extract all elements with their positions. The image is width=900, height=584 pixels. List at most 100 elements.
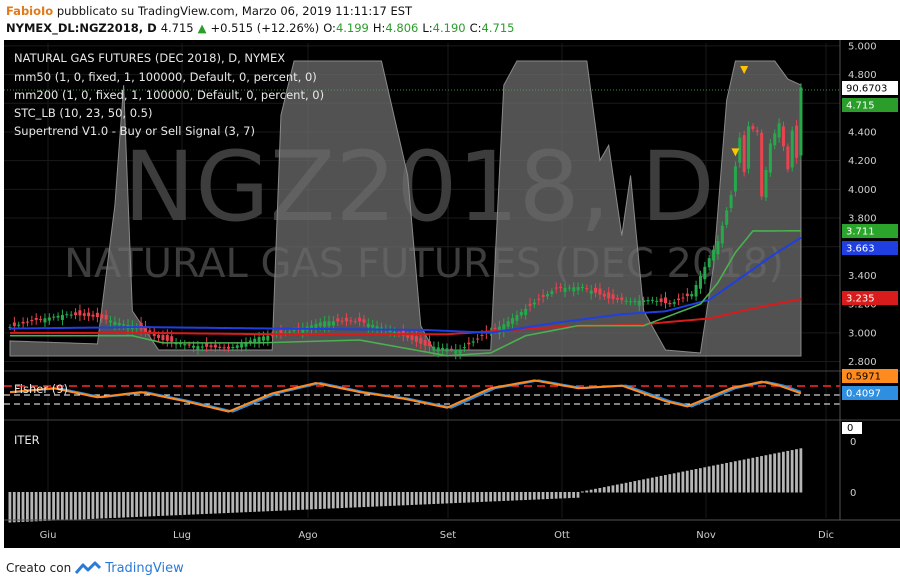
candle-body	[760, 132, 764, 197]
iter-bar	[602, 487, 606, 493]
legend-instrument[interactable]: NATURAL GAS FUTURES (DEC 2018), D, NYMEX	[14, 51, 285, 65]
candle-body	[668, 302, 672, 305]
candle-body	[646, 300, 650, 302]
high-label: H:	[372, 21, 386, 35]
candle-body	[436, 347, 440, 352]
candle-body	[471, 341, 475, 343]
iter-bar	[344, 492, 348, 508]
iter-bar	[109, 492, 112, 519]
candle-body	[550, 291, 554, 295]
candle-body	[161, 335, 165, 340]
fisher-legend[interactable]: Fisher (9)	[14, 382, 68, 396]
iter-bar	[541, 492, 545, 500]
iter-bar	[349, 492, 353, 508]
candle-body	[493, 327, 497, 329]
iter-bar	[733, 461, 737, 493]
author-name[interactable]: FabioIo	[6, 4, 53, 18]
chart-header: FabioIo pubblicato su TradingView.com, M…	[0, 0, 900, 44]
iter-bar	[445, 492, 449, 504]
price-tick-label: 2.800	[848, 357, 877, 368]
iter-bar	[279, 492, 283, 511]
iter-bar	[690, 469, 694, 493]
candle-body	[576, 287, 580, 291]
open-value: 4.199	[335, 21, 369, 35]
candle-body	[747, 126, 751, 169]
iter-bar	[244, 492, 248, 513]
iter-bar	[375, 492, 379, 507]
candle-body	[655, 300, 659, 302]
iter-bar	[358, 492, 361, 508]
iter-bar	[755, 456, 759, 493]
open-label: O:	[323, 21, 336, 35]
candle-body	[725, 210, 729, 225]
price-tick-label: 4.800	[848, 70, 877, 81]
iter-bar	[476, 492, 479, 503]
candle-body	[615, 297, 619, 300]
iter-bar	[589, 489, 593, 493]
iter-bar	[397, 492, 401, 506]
candle-body	[117, 323, 121, 326]
iter-bar	[650, 477, 654, 493]
time-tick-label: Ago	[298, 530, 317, 541]
iter-bar	[471, 492, 475, 503]
legend-supertrend[interactable]: Supertrend V1.0 - Buy or Sell Signal (3,…	[14, 124, 255, 138]
candle-body	[637, 300, 641, 306]
candle-body	[511, 318, 515, 324]
candle-body	[314, 323, 318, 329]
price-tag-label: 3.663	[846, 244, 875, 255]
candle-body	[323, 321, 327, 327]
chart-canvas[interactable]: NGZ2018, D NATURAL GAS FUTURES (DEC 2018…	[4, 40, 900, 548]
candle-body	[768, 143, 772, 173]
candle-body	[799, 87, 803, 156]
candle-body	[113, 321, 117, 325]
candle-body	[192, 345, 196, 348]
iter-bar	[773, 453, 777, 493]
iter-bar	[511, 492, 514, 501]
candle-body	[559, 286, 563, 289]
legend-mm200[interactable]: mm200 (1, 0, fixed, 1, 100000, Default, …	[14, 88, 324, 102]
iter-bar	[423, 492, 427, 505]
candle-body	[419, 337, 423, 344]
iter-bar	[47, 492, 51, 521]
iter-bar	[275, 492, 278, 511]
iter-bar	[576, 492, 580, 498]
publish-line: FabioIo pubblicato su TradingView.com, M…	[6, 3, 412, 20]
legend-mm50[interactable]: mm50 (1, 0, fixed, 1, 100000, Default, 0…	[14, 70, 317, 84]
candle-body	[21, 321, 25, 324]
candle-body	[200, 346, 204, 348]
candle-body	[222, 347, 226, 349]
iter-bar	[336, 492, 340, 509]
iter-bar	[331, 492, 335, 509]
candle-body	[349, 320, 353, 322]
iter-bar	[161, 492, 165, 516]
price-tag-label: 90.6703	[846, 84, 887, 95]
iter-bar	[795, 449, 798, 493]
price-tag-label: 3.235	[846, 294, 875, 305]
iter-bar	[117, 492, 121, 518]
iter-bar	[148, 492, 152, 517]
low-value: 4.190	[432, 21, 466, 35]
candle-body	[91, 314, 95, 317]
candle-body	[441, 347, 445, 350]
candle-body	[594, 287, 598, 293]
tradingview-brand[interactable]: TradingView	[105, 561, 184, 576]
legend-stc[interactable]: STC_LB (10, 23, 50, 0.5)	[14, 106, 152, 120]
iter-bar	[200, 492, 204, 515]
iter-legend[interactable]: ITER	[14, 433, 40, 447]
iter-bar	[178, 492, 182, 516]
candle-body	[620, 297, 624, 301]
candle-body	[30, 320, 34, 322]
last-price: 4.715	[160, 21, 194, 35]
iter-bar	[537, 492, 541, 500]
tradingview-logo-icon[interactable]	[75, 561, 102, 575]
iter-bar	[60, 492, 64, 521]
publish-info: pubblicato su TradingView.com, Marzo 06,…	[56, 4, 413, 18]
iter-bar	[629, 481, 632, 493]
iter-bar	[550, 492, 554, 499]
candle-body	[681, 297, 685, 299]
candle-body	[423, 339, 427, 346]
candle-body	[458, 350, 462, 354]
candle-body	[690, 294, 694, 297]
candle-body	[60, 314, 64, 320]
symbol: NYMEX_DL:NGZ2018, D	[6, 21, 157, 35]
